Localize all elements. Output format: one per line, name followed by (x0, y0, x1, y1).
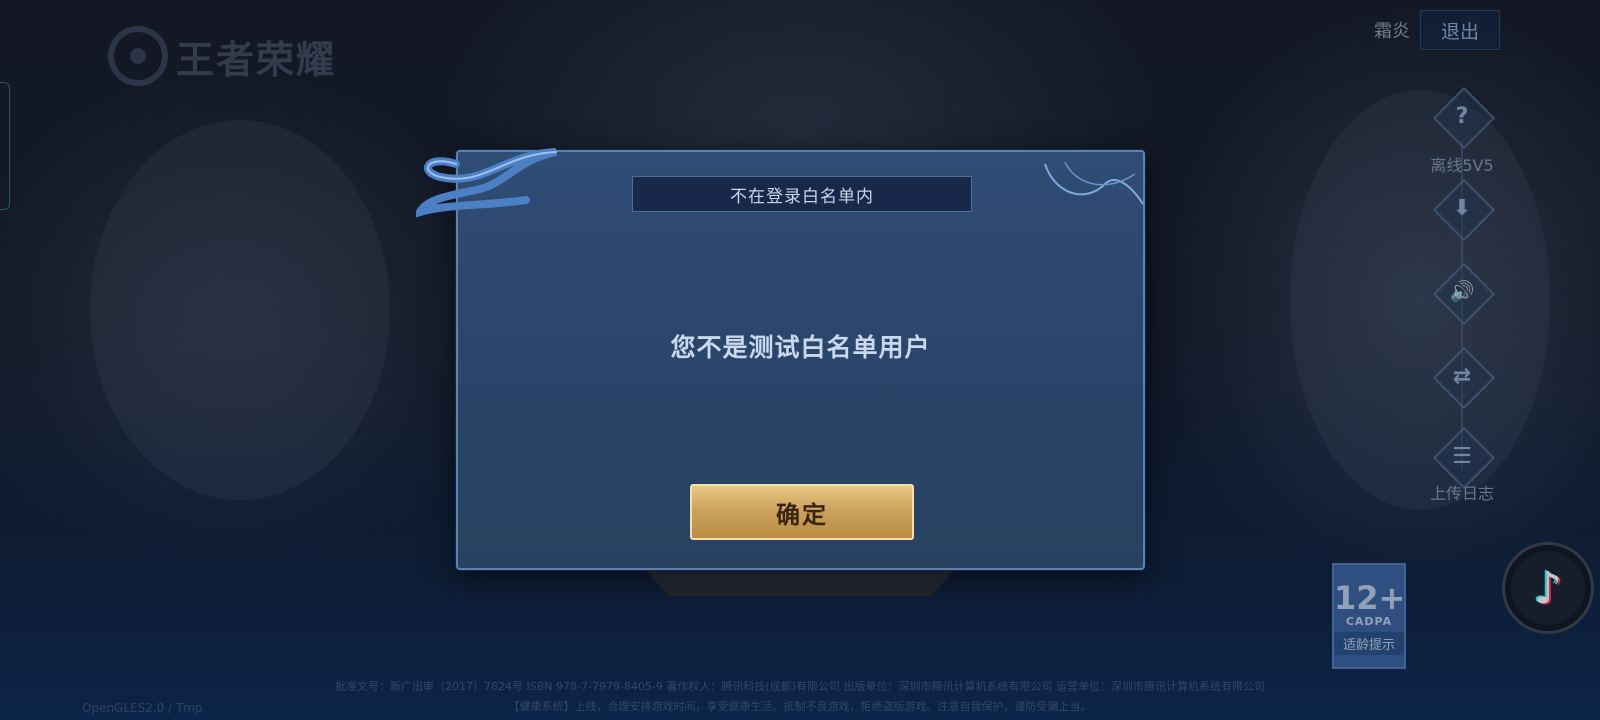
dialog-swirl-ornament (416, 148, 557, 218)
dialog-message: 您不是测试白名单用户 (670, 333, 931, 362)
confirm-button-label: 确定 (776, 500, 828, 529)
confirm-button[interactable]: 确定 (690, 484, 914, 540)
whitelist-dialog: 不在登录白名单内 您不是测试白名单用户 确定 (416, 148, 1145, 570)
dialog-corner-ornament (1044, 161, 1144, 205)
dialog-title: 不在登录白名单内 (730, 186, 874, 207)
dialog-title-bar: 不在登录白名单内 (632, 176, 972, 212)
